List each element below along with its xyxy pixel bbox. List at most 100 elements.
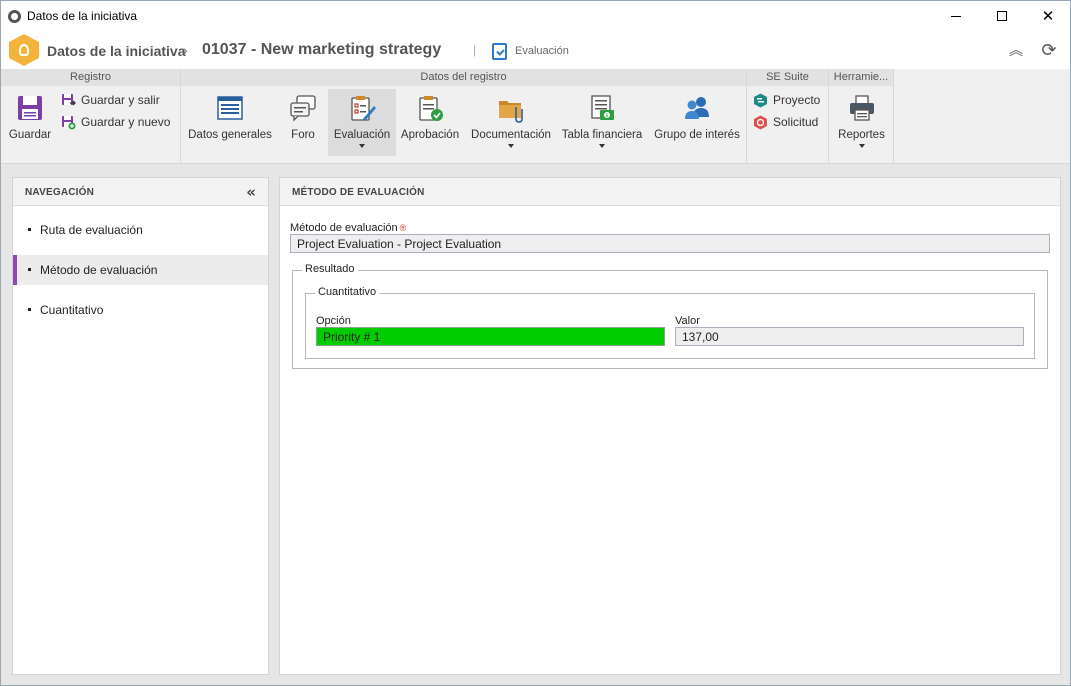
method-label-text: Método de evaluación (290, 222, 398, 234)
financial-table-label: Tabla financiera (561, 129, 643, 141)
nav-item-label: Método de evaluación (40, 263, 158, 277)
save-and-exit-label: Guardar y salir (81, 93, 160, 107)
ribbon-toolbar: Registro Guardar Guardar y salir Guardar… (1, 69, 1070, 164)
reports-label: Reportes (838, 129, 885, 141)
documentation-button[interactable]: Documentación (471, 89, 551, 156)
globe-icon (8, 10, 21, 23)
documentation-label: Documentación (471, 129, 551, 141)
nav-item-ruta-evaluacion[interactable]: Ruta de evaluación (13, 215, 268, 245)
minimize-button[interactable] (933, 1, 979, 31)
result-fieldset: Resultado Cuantitativo Opción Priority #… (292, 263, 1048, 369)
value-field-label: Valor (675, 315, 700, 327)
evaluation-method-panel: MÉTODO DE EVALUACIÓN Método de evaluació… (279, 177, 1061, 675)
ribbon-group-herramientas: Herramie... Reportes (829, 69, 894, 164)
ribbon-group-title: SE Suite (747, 69, 828, 86)
close-button[interactable]: ✕ (1025, 1, 1071, 31)
ribbon-group-title: Registro (1, 69, 180, 86)
project-hexagon-icon (754, 93, 767, 108)
record-title: 01037 - New marketing strategy (202, 41, 442, 58)
nav-item-label: Cuantitativo (40, 303, 104, 317)
project-label: Proyecto (773, 93, 821, 107)
interest-group-label: Grupo de interés (654, 129, 740, 141)
ribbon-group-title: Datos del registro (181, 69, 746, 86)
navigation-header: NAVEGACIÓN (13, 178, 268, 206)
result-legend: Resultado (302, 263, 358, 275)
evaluation-method-header: MÉTODO DE EVALUACIÓN (280, 178, 1060, 206)
chat-bubbles-icon (290, 95, 316, 122)
title-bar: Datos de la iniciativa ✕ (1, 1, 1070, 31)
quantitative-fieldset: Cuantitativo Opción Priority # 1 Valor 1… (305, 286, 1035, 359)
general-data-button[interactable]: Datos generales (185, 89, 275, 156)
dropdown-caret-icon (599, 144, 605, 148)
people-group-icon (685, 97, 709, 119)
nav-item-metodo-evaluacion[interactable]: Método de evaluación (13, 255, 268, 285)
breadcrumb-separator-icon: › (183, 42, 188, 58)
value-field[interactable]: 137,00 (675, 327, 1024, 346)
quantitative-legend: Cuantitativo (315, 286, 380, 298)
close-icon: ✕ (1041, 7, 1055, 25)
reports-button[interactable]: Reportes (833, 89, 890, 156)
option-field-label: Opción (316, 315, 351, 327)
ribbon-group-registro: Registro Guardar Guardar y salir Guardar… (1, 69, 181, 164)
lightbulb-icon (19, 44, 29, 56)
required-icon: ® (399, 223, 407, 233)
ribbon-group-datos-registro: Datos del registro Datos generales Foro … (181, 69, 747, 164)
dropdown-caret-icon (359, 144, 365, 148)
double-chevron-up-icon: ︽ (1009, 43, 1023, 59)
forum-button[interactable]: Foro (281, 89, 325, 156)
refresh-button[interactable]: ⟳ (1039, 39, 1059, 61)
refresh-icon: ⟳ (1041, 39, 1057, 61)
approval-label: Aprobación (400, 129, 460, 141)
evaluation-button[interactable]: Evaluación (328, 89, 396, 156)
window-title: Datos de la iniciativa (27, 9, 138, 23)
save-exit-icon (62, 94, 76, 106)
initiative-logo-icon (9, 34, 39, 66)
ribbon-group-title: Herramie... (829, 69, 893, 86)
form-window-icon (217, 96, 243, 120)
maximize-button[interactable] (979, 1, 1025, 31)
breadcrumb-divider: | (473, 43, 477, 57)
folder-attachment-icon (499, 101, 523, 123)
dropdown-caret-icon (858, 144, 865, 148)
option-field[interactable]: Priority # 1 (316, 327, 665, 346)
financial-table-button[interactable]: $ Tabla financiera (559, 89, 645, 156)
request-hexagon-icon (754, 115, 767, 130)
breadcrumb-root[interactable]: Datos de la iniciativa (47, 43, 186, 59)
bullet-icon (28, 268, 31, 271)
svg-text:$: $ (605, 113, 608, 119)
clipboard-pencil-icon (351, 96, 376, 121)
floppy-disk-icon (18, 96, 42, 120)
request-label: Solicitud (773, 115, 819, 129)
nav-item-label: Ruta de evaluación (40, 223, 143, 237)
general-data-label: Datos generales (188, 129, 272, 141)
save-new-icon (62, 116, 76, 130)
collapse-header-button[interactable]: ︽ (1006, 40, 1026, 60)
save-and-new-label: Guardar y nuevo (81, 115, 171, 129)
dropdown-caret-icon (508, 144, 514, 148)
current-section-label: Evaluación (515, 45, 569, 57)
clipboard-check-icon (492, 43, 507, 60)
method-field-label: Método de evaluación ® (290, 222, 406, 234)
maximize-icon (997, 11, 1007, 21)
collapse-navigation-button[interactable]: « (246, 183, 256, 201)
bullet-icon (28, 228, 31, 231)
evaluation-label: Evaluación (333, 129, 391, 141)
forum-label: Foro (291, 129, 315, 141)
breadcrumb-header: Datos de la iniciativa › 01037 - New mar… (1, 31, 1070, 69)
clipboard-check-icon (419, 96, 443, 121)
panel-title: MÉTODO DE EVALUACIÓN (292, 187, 425, 198)
spreadsheet-money-icon: $ (591, 95, 614, 120)
save-button[interactable]: Guardar (5, 89, 55, 156)
approval-button[interactable]: Aprobación (399, 89, 461, 156)
navigation-panel: NAVEGACIÓN « Ruta de evaluación Método d… (12, 177, 269, 675)
printer-icon (849, 95, 874, 121)
save-label: Guardar (8, 129, 52, 141)
interest-group-button[interactable]: Grupo de interés (651, 89, 743, 156)
navigation-title: NAVEGACIÓN (25, 187, 95, 198)
minimize-icon (951, 15, 961, 17)
evaluation-method-field[interactable]: Project Evaluation - Project Evaluation (290, 234, 1050, 253)
ribbon-group-se-suite: SE Suite Proyecto Solicitud (747, 69, 829, 164)
nav-item-cuantitativo[interactable]: Cuantitativo (13, 295, 268, 325)
app-window: Datos de la iniciativa ✕ Datos de la ini… (0, 0, 1071, 686)
bullet-icon (28, 308, 31, 311)
